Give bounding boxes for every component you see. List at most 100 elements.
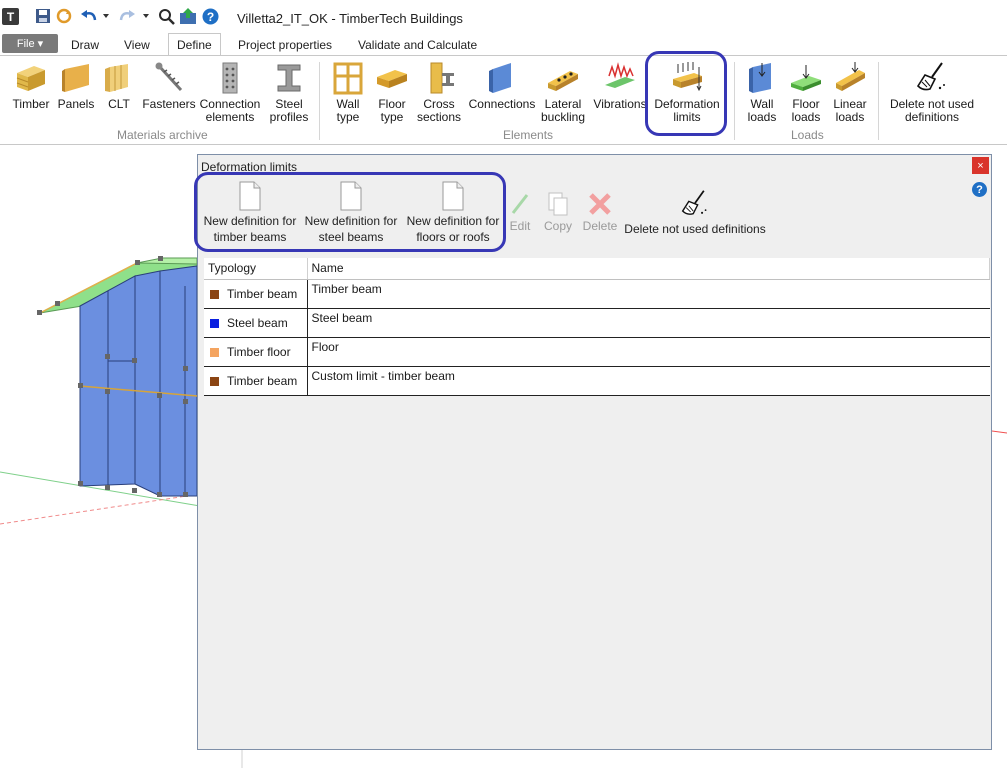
new-floor-definition-button[interactable]: New definition for floors or roofs bbox=[403, 181, 503, 245]
panels-button[interactable]: Panels bbox=[56, 61, 96, 111]
floor-load-icon bbox=[791, 65, 821, 91]
search-icon[interactable] bbox=[157, 7, 175, 25]
connection-elements-button[interactable]: Connection elements bbox=[198, 61, 262, 124]
deformation-limits-dialog: Deformation limits × ? New definition fo… bbox=[197, 154, 992, 750]
broom-icon bbox=[916, 62, 945, 91]
connections-label: Connections bbox=[468, 97, 536, 111]
cross-sections-button[interactable]: Cross sections bbox=[416, 61, 462, 124]
delete-unused-definitions-button[interactable]: Delete not used definitions bbox=[884, 61, 980, 124]
name-cell: Steel beam bbox=[307, 308, 990, 338]
delete-unused-definitions-dialog-label: Delete not used definitions bbox=[624, 222, 766, 236]
new-timber-definition-button[interactable]: New definition for timber beams bbox=[200, 181, 300, 245]
floor-loads-label: Floor loads bbox=[791, 97, 821, 124]
new-steel-definition-label: New definition for steel beams bbox=[304, 214, 398, 244]
app-logo-icon[interactable]: T bbox=[1, 7, 19, 25]
fasteners-button[interactable]: Fasteners bbox=[142, 61, 196, 111]
linear-loads-label: Linear loads bbox=[833, 97, 867, 124]
fasteners-label: Fasteners bbox=[142, 97, 196, 111]
wall-frame-icon bbox=[333, 62, 363, 95]
vibrations-button[interactable]: Vibrations bbox=[592, 61, 648, 111]
color-swatch bbox=[210, 289, 219, 299]
delete-x-icon bbox=[589, 193, 611, 215]
timber-icon bbox=[16, 66, 45, 91]
clt-label: CLT bbox=[108, 97, 130, 111]
table-row[interactable]: Timber beam Custom limit - timber beam bbox=[204, 366, 990, 396]
title-bar: T ? Villetta2_IT_OK - TimberTech Buildin… bbox=[0, 0, 1007, 33]
clt-button[interactable]: CLT bbox=[102, 61, 136, 111]
ribbon-separator bbox=[878, 62, 879, 140]
edit-button[interactable]: Edit bbox=[505, 192, 535, 234]
name-cell: Floor bbox=[307, 337, 990, 367]
tab-validate-and-calculate[interactable]: Validate and Calculate bbox=[358, 33, 477, 56]
tab-view[interactable]: View bbox=[124, 33, 150, 56]
redo-icon[interactable] bbox=[118, 7, 136, 25]
window-title: Villetta2_IT_OK - TimberTech Buildings bbox=[237, 11, 463, 26]
color-swatch bbox=[210, 347, 219, 357]
steel-profiles-button[interactable]: Steel profiles bbox=[266, 61, 312, 124]
new-document-icon bbox=[340, 181, 362, 211]
deformation-limits-button[interactable]: Deformation limits bbox=[651, 61, 723, 124]
floor-type-button[interactable]: Floor type bbox=[372, 61, 412, 124]
delete-button[interactable]: Delete bbox=[581, 192, 619, 234]
svg-text:?: ? bbox=[206, 10, 213, 24]
undo-icon[interactable] bbox=[80, 7, 98, 25]
new-steel-definition-button[interactable]: New definition for steel beams bbox=[301, 181, 401, 245]
wall-type-button[interactable]: Wall type bbox=[328, 61, 368, 124]
table-row[interactable]: Timber beam Timber beam bbox=[204, 279, 990, 309]
help-icon[interactable]: ? bbox=[201, 7, 219, 25]
floor-loads-button[interactable]: Floor loads bbox=[786, 61, 826, 124]
table-row[interactable]: Steel beam Steel beam bbox=[204, 308, 990, 338]
file-menu-button[interactable]: File ▾ bbox=[2, 34, 58, 53]
column-header-typology[interactable]: Typology bbox=[204, 258, 308, 280]
wall-type-label: Wall type bbox=[336, 97, 360, 124]
vibration-icon bbox=[605, 62, 635, 88]
new-document-icon bbox=[239, 181, 261, 211]
ribbon-separator bbox=[319, 62, 320, 140]
new-floor-definition-label: New definition for floors or roofs bbox=[406, 214, 500, 244]
undo-dropdown-icon[interactable] bbox=[101, 7, 111, 25]
deformation-limits-label: Deformation limits bbox=[654, 97, 720, 124]
ribbon-separator bbox=[734, 62, 735, 140]
help-button[interactable]: ? bbox=[972, 182, 987, 197]
name-cell: Custom limit - timber beam bbox=[307, 366, 990, 396]
timber-label: Timber bbox=[12, 97, 50, 111]
color-swatch bbox=[210, 318, 219, 328]
typology-text: Timber beam bbox=[227, 286, 298, 301]
connection-plate-icon bbox=[489, 63, 511, 93]
redo-dropdown-icon[interactable] bbox=[141, 7, 151, 25]
floor-type-label: Floor type bbox=[378, 97, 406, 124]
cross-section-icon bbox=[430, 62, 454, 94]
tab-draw[interactable]: Draw bbox=[71, 33, 99, 56]
export-icon[interactable] bbox=[179, 7, 197, 25]
connection-elements-label: Connection elements bbox=[199, 97, 261, 124]
linear-loads-button[interactable]: Linear loads bbox=[830, 61, 870, 124]
save-icon[interactable] bbox=[34, 7, 52, 25]
refresh-icon[interactable] bbox=[55, 7, 73, 25]
pencil-icon bbox=[511, 194, 529, 214]
wall-loads-button[interactable]: Wall loads bbox=[742, 61, 782, 124]
lateral-buckling-button[interactable]: Lateral buckling bbox=[540, 61, 586, 124]
panels-icon bbox=[62, 64, 89, 92]
deformation-limits-table: Typology Name Timber beam Timber beam St… bbox=[204, 258, 990, 396]
tab-define[interactable]: Define bbox=[168, 33, 221, 56]
clt-icon bbox=[105, 64, 128, 92]
tab-project-properties[interactable]: Project properties bbox=[238, 33, 332, 56]
copy-button[interactable]: Copy bbox=[541, 192, 575, 234]
connections-button[interactable]: Connections bbox=[468, 61, 536, 111]
typology-text: Timber beam bbox=[227, 373, 298, 388]
panels-label: Panels bbox=[57, 97, 95, 111]
timber-button[interactable]: Timber bbox=[10, 61, 52, 111]
copy-label: Copy bbox=[543, 219, 572, 233]
delete-unused-definitions-dialog-button[interactable]: Delete not used definitions bbox=[622, 189, 768, 237]
typology-cell: Timber floor bbox=[204, 337, 308, 367]
steel-profile-icon bbox=[277, 64, 301, 92]
typology-cell: Timber beam bbox=[204, 366, 308, 396]
close-button[interactable]: × bbox=[972, 157, 989, 174]
elements-group-label: Elements bbox=[503, 128, 554, 142]
column-header-name[interactable]: Name bbox=[307, 258, 990, 280]
edit-label: Edit bbox=[509, 219, 531, 233]
table-row[interactable]: Timber floor Floor bbox=[204, 337, 990, 367]
typology-text: Timber floor bbox=[227, 344, 291, 359]
dialog-title: Deformation limits bbox=[201, 160, 298, 174]
deformation-limits-icon bbox=[673, 62, 702, 92]
